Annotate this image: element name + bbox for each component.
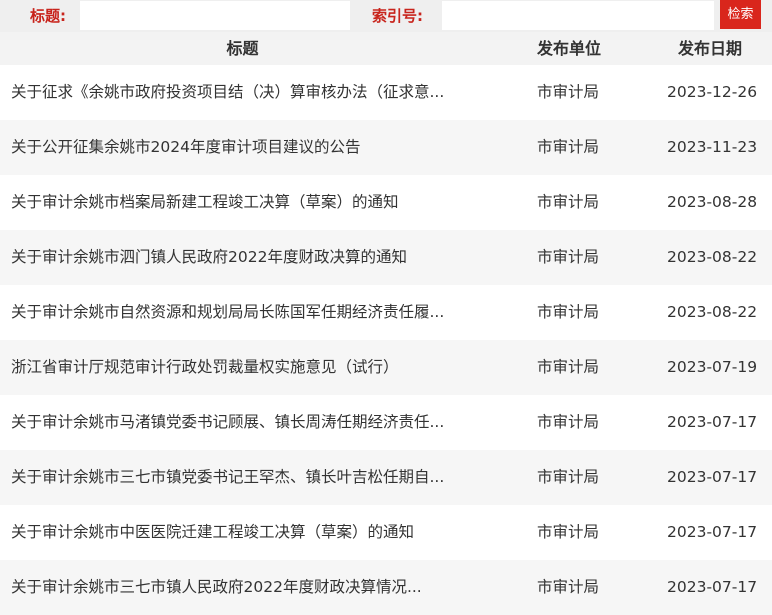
row-unit: 市审计局 <box>537 138 600 156</box>
header-title: 标题 <box>226 39 259 58</box>
row-title-link[interactable]: 关于审计余姚市三七市镇人民政府2022年度财政决算情况... <box>11 560 481 615</box>
title-search-label: 标题: <box>30 7 66 25</box>
search-button[interactable]: 检索 <box>720 0 761 29</box>
table-row[interactable]: 关于审计余姚市档案局新建工程竣工决算（草案）的通知 市审计局 2023-08-2… <box>0 175 772 230</box>
row-unit: 市审计局 <box>537 358 600 376</box>
table-row[interactable]: 关于审计余姚市马渚镇党委书记顾展、镇长周涛任期经济责任... 市审计局 2023… <box>0 395 772 450</box>
row-unit: 市审计局 <box>537 248 600 266</box>
row-unit: 市审计局 <box>537 413 600 431</box>
table-row[interactable]: 关于征求《余姚市政府投资项目结（决）算审核办法（征求意... 市审计局 2023… <box>0 65 772 120</box>
row-date: 2023-07-17 <box>667 468 758 486</box>
row-date: 2023-07-17 <box>667 578 758 596</box>
table-row[interactable]: 关于审计余姚市三七市镇人民政府2022年度财政决算情况... 市审计局 2023… <box>0 560 772 615</box>
table-row[interactable]: 关于审计余姚市中医医院迁建工程竣工决算（草案）的通知 市审计局 2023-07-… <box>0 505 772 560</box>
table-row[interactable]: 关于公开征集余姚市2024年度审计项目建议的公告 市审计局 2023-11-23 <box>0 120 772 175</box>
results-table: 标题 发布单位 发布日期 关于征求《余姚市政府投资项目结（决）算审核办法（征求意… <box>0 32 772 615</box>
row-unit: 市审计局 <box>537 578 600 596</box>
title-search-input[interactable] <box>80 1 350 30</box>
search-bar: 标题: 索引号: 检索 <box>0 0 772 32</box>
row-title-link[interactable]: 关于征求《余姚市政府投资项目结（决）算审核办法（征求意... <box>11 65 481 120</box>
index-search-input[interactable] <box>442 1 714 30</box>
row-title-link[interactable]: 浙江省审计厅规范审计行政处罚裁量权实施意见（试行） <box>11 340 481 395</box>
index-search-label: 索引号: <box>372 7 423 25</box>
table-row[interactable]: 关于审计余姚市自然资源和规划局局长陈国军任期经济责任履... 市审计局 2023… <box>0 285 772 340</box>
row-title-link[interactable]: 关于审计余姚市自然资源和规划局局长陈国军任期经济责任履... <box>11 285 481 340</box>
row-date: 2023-08-22 <box>667 248 758 266</box>
row-title-link[interactable]: 关于审计余姚市三七市镇党委书记王罕杰、镇长叶吉松任期自... <box>11 450 481 505</box>
row-date: 2023-07-19 <box>667 358 758 376</box>
row-date: 2023-12-26 <box>667 83 758 101</box>
row-unit: 市审计局 <box>537 468 600 486</box>
header-date: 发布日期 <box>677 39 742 58</box>
table-header: 标题 发布单位 发布日期 <box>0 32 772 65</box>
row-date: 2023-11-23 <box>667 138 758 156</box>
row-date: 2023-07-17 <box>667 523 758 541</box>
row-unit: 市审计局 <box>537 303 600 321</box>
header-unit: 发布单位 <box>536 39 601 58</box>
row-unit: 市审计局 <box>537 523 600 541</box>
row-title-link[interactable]: 关于审计余姚市马渚镇党委书记顾展、镇长周涛任期经济责任... <box>11 395 481 450</box>
row-date: 2023-08-22 <box>667 303 758 321</box>
row-unit: 市审计局 <box>537 193 600 211</box>
table-row[interactable]: 关于审计余姚市泗门镇人民政府2022年度财政决算的通知 市审计局 2023-08… <box>0 230 772 285</box>
row-title-link[interactable]: 关于审计余姚市档案局新建工程竣工决算（草案）的通知 <box>11 175 481 230</box>
table-row[interactable]: 浙江省审计厅规范审计行政处罚裁量权实施意见（试行） 市审计局 2023-07-1… <box>0 340 772 395</box>
row-title-link[interactable]: 关于审计余姚市中医医院迁建工程竣工决算（草案）的通知 <box>11 505 481 560</box>
table-row[interactable]: 关于审计余姚市三七市镇党委书记王罕杰、镇长叶吉松任期自... 市审计局 2023… <box>0 450 772 505</box>
row-date: 2023-08-28 <box>667 193 758 211</box>
row-date: 2023-07-17 <box>667 413 758 431</box>
row-title-link[interactable]: 关于审计余姚市泗门镇人民政府2022年度财政决算的通知 <box>11 230 481 285</box>
row-unit: 市审计局 <box>537 83 600 101</box>
row-title-link[interactable]: 关于公开征集余姚市2024年度审计项目建议的公告 <box>11 120 481 175</box>
